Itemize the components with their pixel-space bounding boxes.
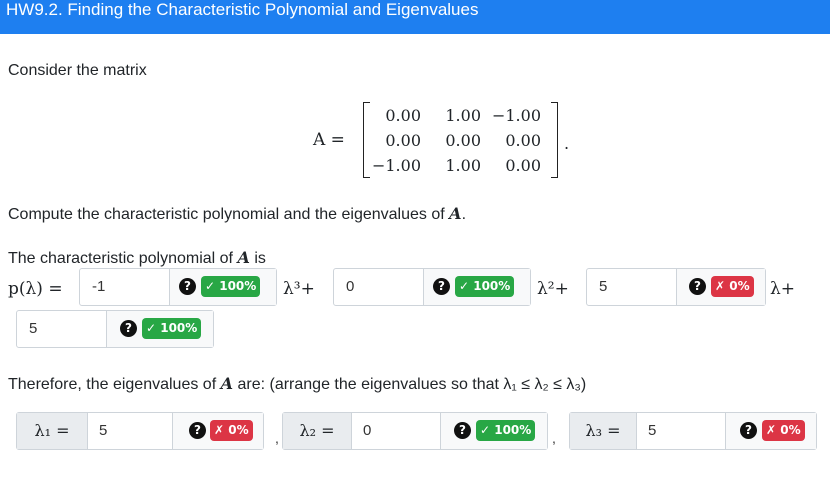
status-badge: ✗ 0% — [762, 420, 805, 441]
matrix-cell: 0.00 — [445, 131, 481, 150]
eigenvalue-1-group: λ₁ = 5 ? ✗ 0% — [16, 412, 264, 450]
page-title: HW9.2. Finding the Characteristic Polyno… — [6, 0, 479, 19]
coeff-lambda1-input[interactable]: 5 — [587, 269, 677, 305]
matrix-cell: 1.00 — [445, 156, 481, 175]
eigenvalue-3-label: λ₃ = — [570, 413, 637, 449]
question-circle-icon[interactable]: ? — [189, 422, 206, 439]
eigenvalue-1-label: λ₁ = — [17, 413, 88, 449]
matrix-cell: 0.00 — [505, 131, 541, 150]
coeff-lambda2-group: 0 ? ✓ 100% — [333, 268, 531, 306]
matrix-display: A = 0.00 1.00 −1.00 0.00 0.00 0.00 −1.00… — [313, 100, 573, 182]
eigenvalue-1-input[interactable]: 5 — [87, 413, 173, 449]
eigenvalue-2-input[interactable]: 0 — [351, 413, 441, 449]
eigenvalue-2-feedback: ? ✓ 100% — [441, 413, 547, 449]
coeff-constant-group: 5 ? ✓ 100% — [16, 310, 214, 348]
lambda1-term: λ+ — [770, 279, 796, 299]
matrix-cell: 0.00 — [385, 106, 421, 125]
poly-lhs: p(λ) = — [8, 279, 63, 299]
lambda3-term: λ³+ — [283, 279, 315, 299]
question-circle-icon[interactable]: ? — [740, 422, 757, 439]
coeff-lambda2-input[interactable]: 0 — [334, 269, 424, 305]
status-badge: ✗ 0% — [210, 420, 253, 441]
coeff-constant-input[interactable]: 5 — [17, 311, 107, 347]
compute-instruction: Compute the characteristic polynomial an… — [8, 204, 467, 223]
coeff-lambda2-feedback: ? ✓ 100% — [424, 269, 530, 305]
status-badge: ✓ 100% — [142, 318, 202, 339]
matrix-cell: −1.00 — [491, 106, 541, 125]
coeff-lambda3-feedback: ? ✓ 100% — [170, 269, 276, 305]
poly-instruction: The characteristic polynomial of A is — [8, 248, 266, 267]
status-badge: ✗ 0% — [711, 276, 754, 297]
eigen-instruction: Therefore, the eigenvalues of A are: (ar… — [8, 374, 587, 393]
page-header: HW9.2. Finding the Characteristic Polyno… — [0, 0, 830, 34]
matrix-cell: 0.00 — [385, 131, 421, 150]
question-circle-icon[interactable]: ? — [433, 278, 450, 295]
matrix-lhs: A = — [313, 130, 345, 150]
matrix-period: . — [564, 134, 570, 153]
separator-comma: , — [275, 430, 279, 446]
question-circle-icon[interactable]: ? — [689, 278, 706, 295]
question-circle-icon[interactable]: ? — [179, 278, 196, 295]
coeff-lambda3-group: -1 ? ✓ 100% — [79, 268, 277, 306]
matrix-right-bracket — [551, 102, 558, 178]
question-circle-icon[interactable]: ? — [454, 422, 471, 439]
consider-text: Consider the matrix — [8, 62, 147, 79]
coeff-lambda1-feedback: ? ✗ 0% — [677, 269, 765, 305]
status-badge: ✓ 100% — [476, 420, 536, 441]
eigenvalue-3-group: λ₃ = 5 ? ✗ 0% — [569, 412, 817, 450]
matrix-cell: 1.00 — [445, 106, 481, 125]
separator-comma: , — [552, 430, 556, 446]
question-circle-icon[interactable]: ? — [120, 320, 137, 337]
coeff-constant-feedback: ? ✓ 100% — [107, 311, 213, 347]
matrix-cell: −1.00 — [371, 156, 421, 175]
eigenvalue-3-feedback: ? ✗ 0% — [726, 413, 816, 449]
coeff-lambda3-input[interactable]: -1 — [80, 269, 170, 305]
coeff-lambda1-group: 5 ? ✗ 0% — [586, 268, 766, 306]
eigenvalue-2-label: λ₂ = — [283, 413, 352, 449]
eigenvalue-3-input[interactable]: 5 — [636, 413, 726, 449]
eigenvalue-2-group: λ₂ = 0 ? ✓ 100% — [282, 412, 548, 450]
eigenvalue-1-feedback: ? ✗ 0% — [173, 413, 263, 449]
lambda2-term: λ²+ — [537, 279, 569, 299]
matrix-cell: 0.00 — [505, 156, 541, 175]
status-badge: ✓ 100% — [201, 276, 261, 297]
status-badge: ✓ 100% — [455, 276, 515, 297]
